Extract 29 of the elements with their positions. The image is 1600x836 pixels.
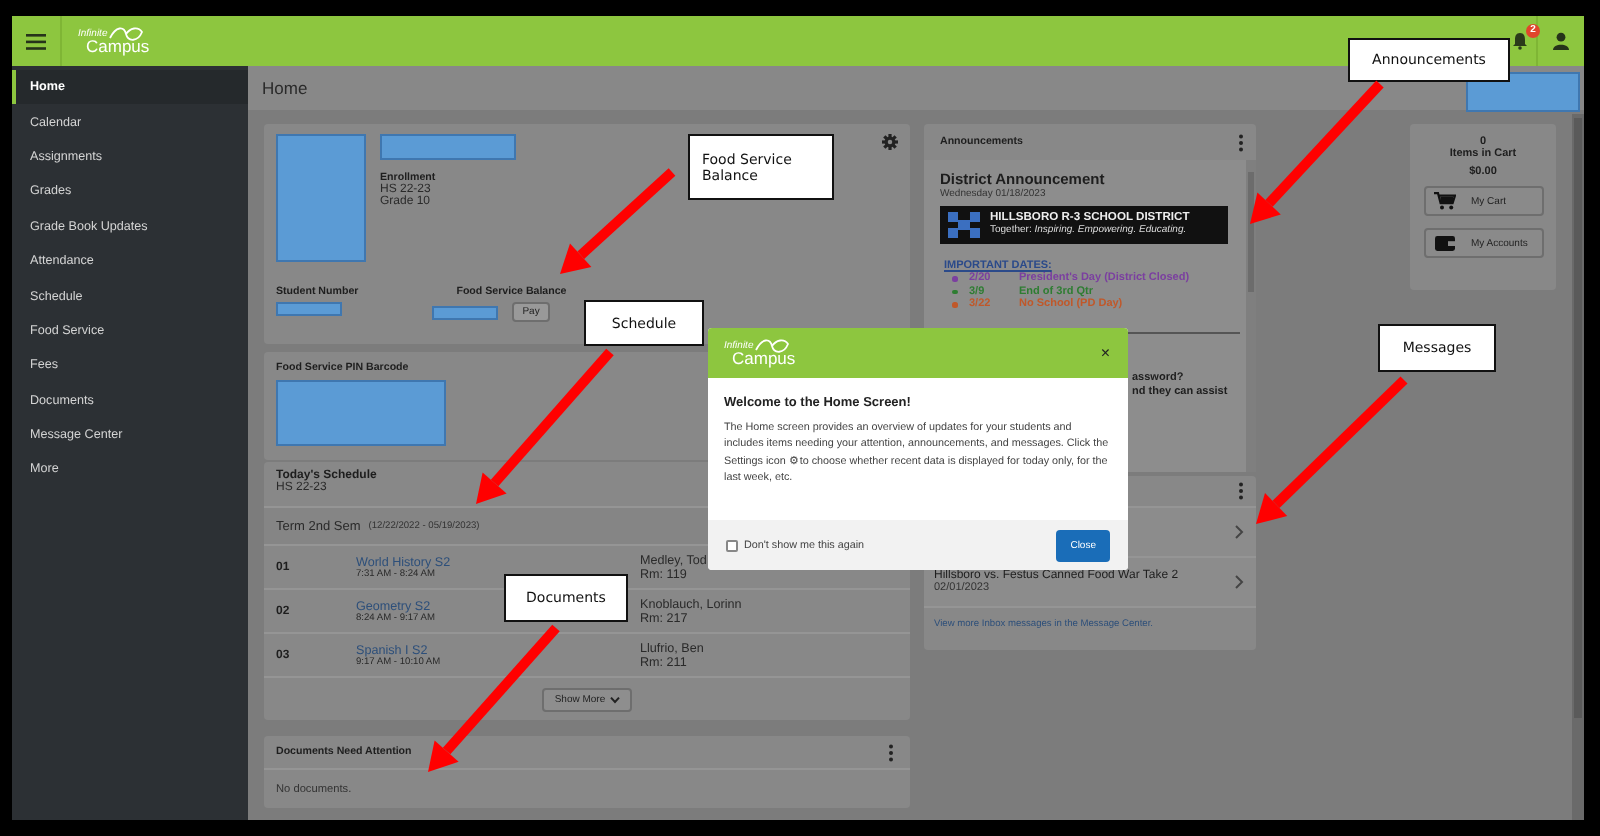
page-title: Home (262, 78, 308, 98)
scrollbar[interactable] (1246, 160, 1256, 472)
checkbox[interactable] (726, 539, 738, 551)
close-button[interactable]: × (1100, 344, 1110, 362)
menu-icon[interactable] (26, 33, 46, 49)
chevron-down-icon (609, 695, 620, 703)
more-icon[interactable] (1238, 482, 1244, 500)
logo-text: Campus (732, 350, 796, 368)
settings-icon[interactable] (882, 134, 898, 150)
redaction-box (276, 302, 342, 316)
scrollbar[interactable] (1572, 114, 1584, 820)
bell-icon[interactable] (1512, 32, 1528, 50)
cart-icon (1433, 192, 1455, 210)
more-icon[interactable] (888, 743, 894, 761)
chevron-right-icon[interactable] (1234, 524, 1244, 540)
redaction-box (380, 134, 516, 160)
redaction-box (432, 305, 499, 319)
redaction-box (1466, 72, 1580, 112)
user-icon[interactable] (1552, 32, 1570, 50)
district-logo-icon (946, 210, 982, 240)
logo-text: Campus (86, 38, 150, 56)
wallet-icon (1433, 234, 1455, 252)
swirl-icon (753, 338, 790, 355)
arrow (560, 168, 676, 274)
more-icon[interactable] (1238, 133, 1244, 151)
redaction-box (276, 134, 366, 262)
chevron-right-icon[interactable] (1234, 574, 1244, 590)
swirl-icon (107, 26, 144, 43)
arrow (1250, 80, 1384, 224)
